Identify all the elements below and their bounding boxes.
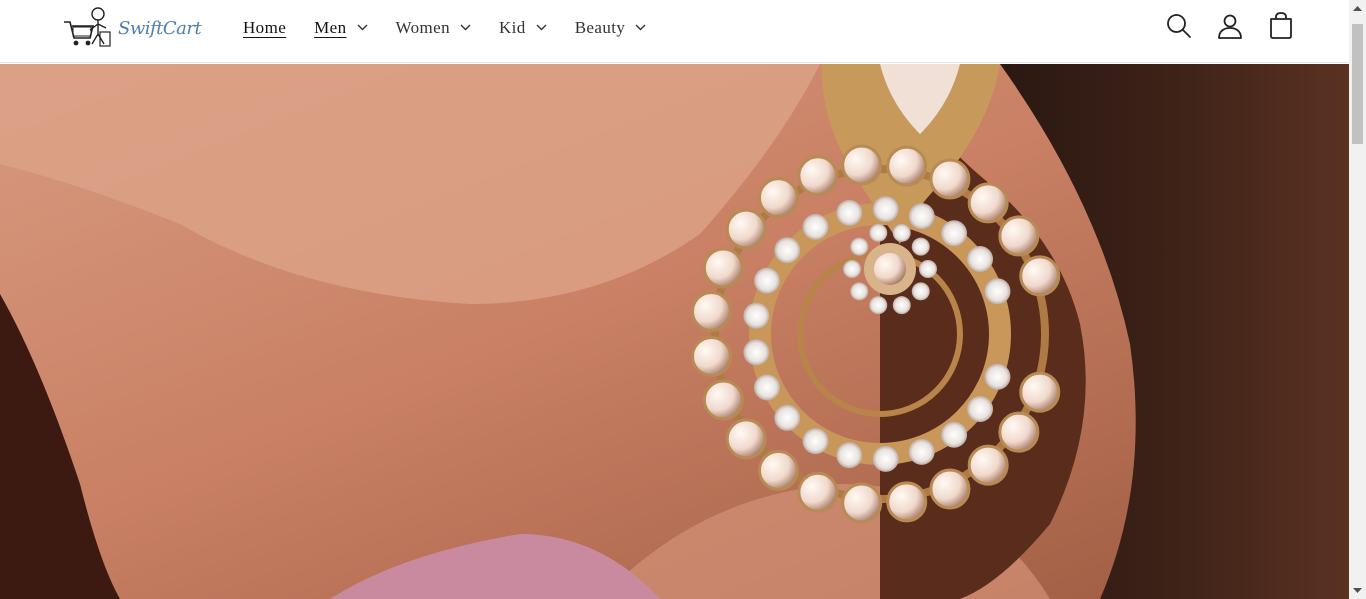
chevron-down-icon: [357, 24, 368, 31]
search-icon: [1167, 14, 1191, 38]
search-button[interactable]: [1165, 12, 1193, 40]
nav-home-label: Home: [243, 17, 287, 37]
account-button[interactable]: [1216, 12, 1244, 40]
chevron-down-icon: [460, 24, 471, 31]
hero-banner-image: [0, 64, 1349, 599]
nav-kid-label: Kid: [498, 17, 526, 37]
site-header: SwiftCart Home Men Women Kid Beauty: [0, 0, 1349, 63]
nav-kid[interactable]: Kid: [499, 18, 547, 38]
brand-logo[interactable]: SwiftCart: [62, 6, 202, 50]
chevron-down-icon: [635, 24, 646, 31]
main-nav: Home Men Women Kid Beauty: [243, 0, 674, 55]
cart-button[interactable]: [1267, 12, 1295, 40]
scroll-down-arrow-icon[interactable]: [1349, 582, 1366, 599]
nav-men-label: Men: [314, 17, 347, 37]
nav-women-label: Women: [395, 17, 450, 37]
scrollbar-thumb[interactable]: [1352, 24, 1363, 144]
page-scrollbar[interactable]: [1349, 0, 1366, 599]
cart-logo-icon: [64, 7, 111, 47]
nav-beauty[interactable]: Beauty: [575, 18, 647, 38]
nav-women[interactable]: Women: [396, 18, 471, 38]
brand-name: SwiftCart: [118, 17, 202, 39]
nav-home[interactable]: Home: [243, 18, 286, 38]
scroll-up-arrow-icon[interactable]: [1349, 0, 1366, 17]
cart-icon: [1270, 12, 1292, 39]
nav-men[interactable]: Men: [314, 17, 368, 38]
nav-beauty-label: Beauty: [574, 17, 626, 37]
account-icon: [1218, 14, 1242, 39]
chevron-down-icon: [536, 24, 547, 31]
